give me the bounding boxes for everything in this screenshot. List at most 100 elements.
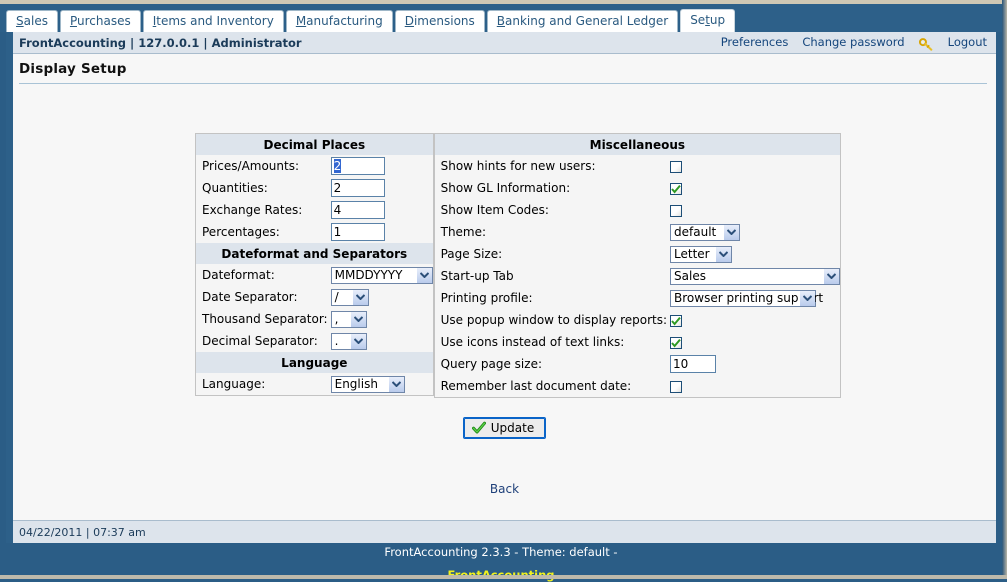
footer-version-text: FrontAccounting 2.3.3 - Theme: default - [384, 545, 618, 559]
language-select-value: English [334, 376, 378, 391]
table-row: Start-up Tab Sales [434, 265, 841, 287]
label-show-item-codes: Show Item Codes: [440, 203, 549, 217]
tab-list: Sales Purchases Items and Inventory Manu… [6, 8, 737, 32]
chevron-down-icon [349, 333, 366, 349]
status-datetime: 04/22/2011 | 07:37 am [19, 526, 146, 539]
use-icons-checkbox[interactable] [670, 336, 683, 349]
label-remember-last-document-date: Remember last document date: [440, 379, 632, 393]
label-use-icons: Use icons instead of text links: [440, 335, 625, 349]
title-divider [19, 83, 987, 84]
label-prices-amounts: Prices/Amounts: [202, 159, 300, 173]
chevron-down-icon [823, 268, 840, 284]
checkmark-icon [471, 421, 486, 435]
field-show-hints [667, 155, 841, 177]
table-row: Printing profile: Browser printing suppo… [434, 287, 840, 309]
tab-manufacturing[interactable]: Manufacturing [285, 10, 393, 32]
table-row: Theme: default [434, 221, 840, 243]
page-title: Display Setup [19, 61, 127, 77]
use-popup-window-checkbox[interactable] [670, 314, 683, 327]
label-show-gl-information: Show GL Information: [440, 181, 571, 195]
field-date-separator: / [328, 286, 434, 308]
table-row: Show GL Information: [434, 177, 840, 199]
miscellaneous-settings-table: Miscellaneous Show hints for new users: … [433, 133, 842, 398]
checkmark-icon [671, 338, 681, 348]
theme-select[interactable]: default [670, 223, 741, 241]
logout-link[interactable]: Logout [948, 35, 987, 49]
page-size-select[interactable]: Letter [670, 245, 733, 263]
checkmark-icon [671, 184, 681, 194]
tab-banking-and-general-ledger[interactable]: Banking and General Ledger [486, 10, 679, 32]
table-row: Decimal Separator: . [196, 330, 434, 352]
user-info-text: FrontAccounting | 127.0.0.1 | Administra… [19, 36, 302, 50]
content-sheet: FrontAccounting | 127.0.0.1 | Administra… [6, 32, 996, 543]
update-button[interactable]: Update [462, 417, 547, 439]
chevron-down-icon [349, 311, 366, 327]
table-row: Page Size: Letter [434, 243, 840, 265]
show-gl-information-checkbox[interactable] [670, 182, 683, 195]
language-select[interactable]: English [330, 375, 405, 393]
table-row: Date Separator: / [196, 286, 434, 308]
tab-setup[interactable]: Setup [680, 9, 736, 32]
printing-profile-select-value: Browser printing support [674, 290, 824, 305]
table-row: Show Item Codes: [434, 199, 840, 221]
label-date-separator: Date Separator: [202, 290, 298, 304]
printing-profile-select[interactable]: Browser printing support [670, 289, 824, 307]
label-startup-tab: Start-up Tab [440, 269, 514, 283]
startup-tab-select[interactable]: Sales [670, 267, 841, 285]
field-percentages [328, 221, 434, 243]
back-link-row: Back [13, 482, 996, 496]
settings-panels: Decimal Places Prices/Amounts: Quantitie… [195, 133, 842, 398]
field-prices-amounts [328, 155, 434, 177]
show-hints-checkbox[interactable] [670, 160, 683, 173]
field-theme: default [667, 221, 841, 243]
theme-select-value: default [674, 224, 717, 239]
chevron-down-icon [799, 290, 816, 306]
field-page-size: Letter [667, 243, 841, 265]
dateformat-select-value: MMDDYYYY [334, 267, 403, 282]
chevron-down-icon [715, 246, 732, 262]
field-use-popup-window [667, 309, 841, 331]
label-exchange-rates: Exchange Rates: [202, 203, 303, 217]
thousand-separator-select[interactable]: , [330, 310, 367, 328]
table-row: Exchange Rates: [196, 199, 434, 221]
label-printing-profile: Printing profile: [440, 291, 533, 305]
decimal-separator-select-value: . [334, 333, 339, 348]
field-show-item-codes [667, 199, 841, 221]
change-password-link[interactable]: Change password [802, 35, 904, 49]
tab-purchases[interactable]: Purchases [59, 10, 141, 32]
tab-banking-label: anking and General Ledger [505, 14, 669, 28]
preferences-link[interactable]: Preferences [721, 35, 789, 49]
decimal-separator-select[interactable]: . [330, 332, 367, 350]
update-button-label: Update [490, 421, 535, 435]
tab-dimensions-label: imensions [413, 14, 475, 28]
update-button-row: Update [13, 417, 996, 439]
tab-purchases-label: urchases [76, 14, 131, 28]
query-page-size-input[interactable] [670, 355, 717, 373]
tab-sales[interactable]: Sales [6, 10, 58, 32]
exchange-rates-input[interactable] [330, 201, 385, 219]
date-separator-select[interactable]: / [330, 288, 369, 306]
application-window: Sales Purchases Items and Inventory Manu… [0, 0, 1007, 582]
tab-setup-label-pre: Se [690, 13, 706, 27]
chevron-down-icon [351, 289, 368, 305]
dateformat-select[interactable]: MMDDYYYY [330, 266, 433, 284]
prices-amounts-input[interactable] [330, 157, 385, 175]
percentages-input[interactable] [330, 223, 385, 241]
key-icon [918, 37, 934, 51]
table-row: Use icons instead of text links: [434, 331, 840, 353]
remember-last-document-date-checkbox[interactable] [670, 380, 683, 393]
show-item-codes-checkbox[interactable] [670, 204, 683, 217]
language-heading: Language [195, 352, 434, 373]
back-link[interactable]: Back [490, 482, 519, 496]
tab-dimensions[interactable]: Dimensions [394, 10, 485, 32]
tab-items-label: tems and Inventory [156, 14, 274, 28]
page-size-select-value: Letter [674, 246, 710, 261]
field-show-gl-information [667, 177, 841, 199]
label-decimal-separator: Decimal Separator: [202, 334, 318, 348]
label-use-popup-window: Use popup window to display reports: [440, 313, 668, 327]
label-quantities: Quantities: [202, 181, 268, 195]
quantities-input[interactable] [330, 179, 385, 197]
tab-items-and-inventory[interactable]: Items and Inventory [142, 10, 284, 32]
label-dateformat: Dateformat: [202, 268, 275, 282]
field-dateformat: MMDDYYYY [328, 264, 434, 286]
